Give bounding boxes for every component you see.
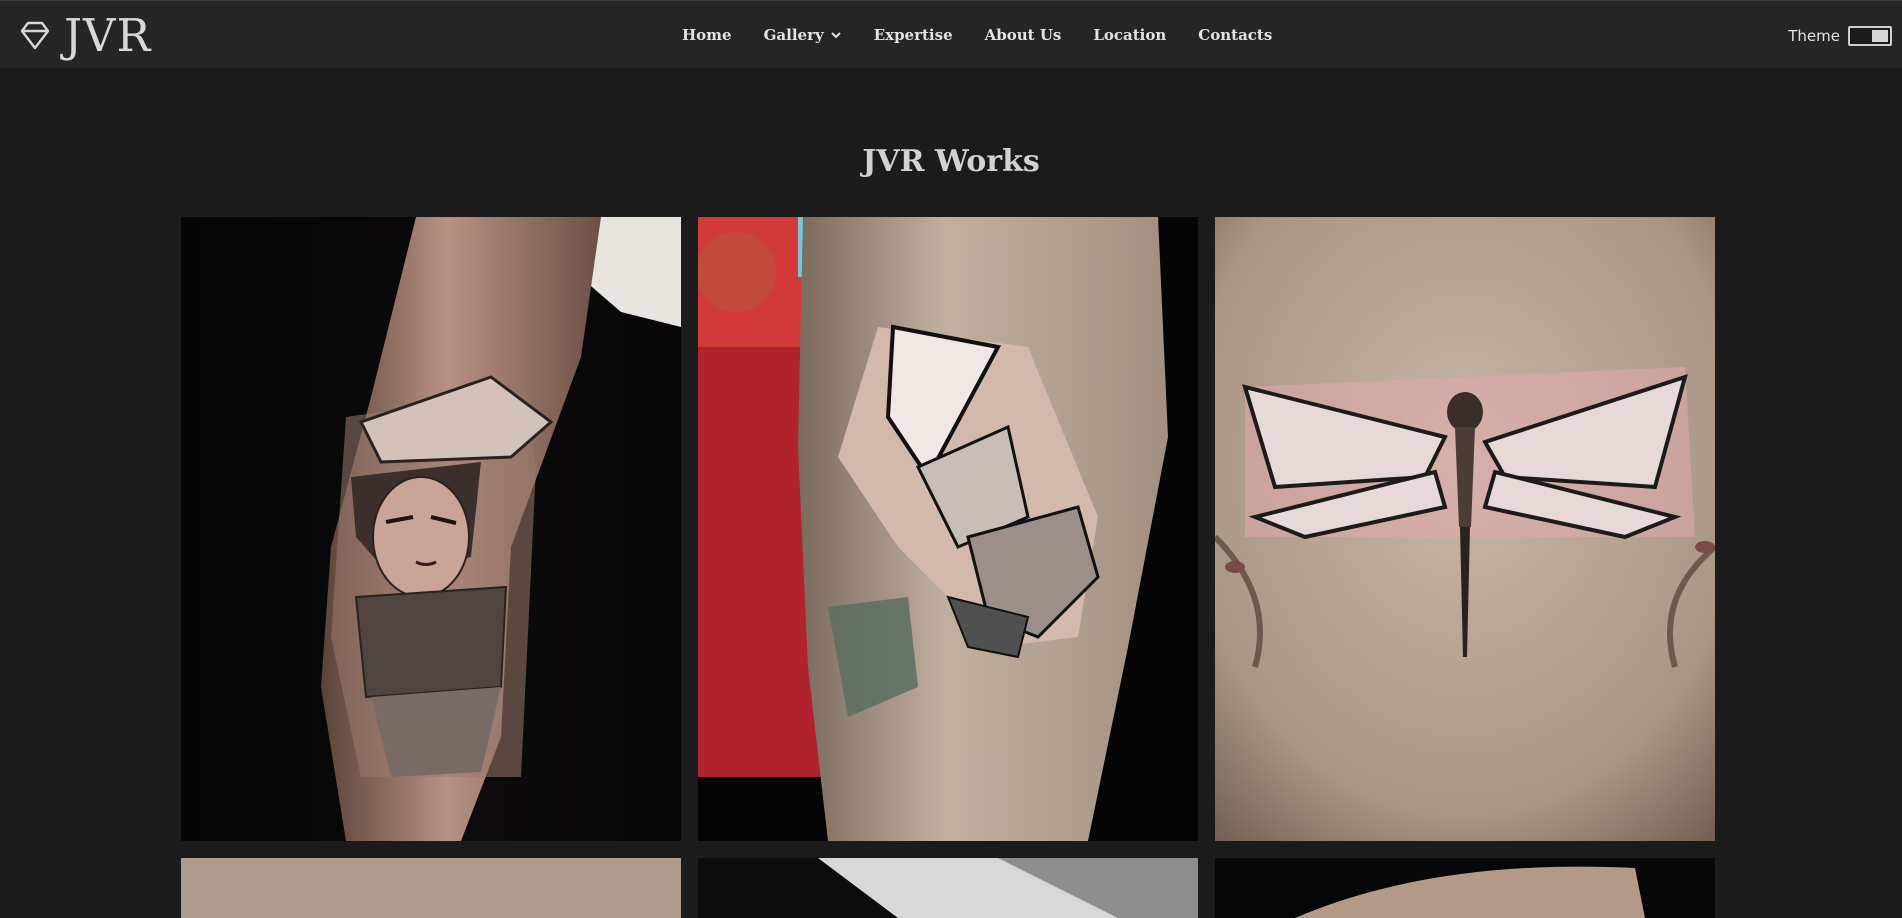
nav-gallery-dropdown[interactable]: Gallery [764,26,842,44]
gallery-photo-geisha-tattoo[interactable] [181,217,681,841]
nav-about-us-label: About Us [984,26,1062,44]
main-nav: Home Gallery Expertise About Us Location… [682,1,1304,69]
brand-name: JVR [64,8,152,62]
theme-switcher: Theme [1788,23,1892,49]
nav-about-us-link[interactable]: About Us [985,26,1062,44]
nav-home-link[interactable]: Home [682,26,732,44]
top-navbar: JVR Home Gallery Expertise About Us Loca… [0,0,1902,68]
theme-toggle[interactable] [1848,26,1892,46]
brand-logo-link[interactable]: JVR [18,9,151,61]
diamond-icon [20,21,50,50]
chevron-down-icon [830,32,841,39]
nav-gallery-label: Gallery [763,26,824,44]
nav-expertise-link[interactable]: Expertise [874,26,953,44]
nav-location-link[interactable]: Location [1093,26,1166,44]
nav-contacts-link[interactable]: Contacts [1198,26,1272,44]
nav-contacts-label: Contacts [1198,26,1273,44]
page-title: JVR Works [862,144,1040,179]
gallery-photo-6[interactable] [1215,858,1715,918]
nav-expertise-label: Expertise [873,26,953,44]
nav-home-label: Home [682,26,732,44]
gallery-photo-5[interactable] [698,858,1198,918]
gallery-photo-dragonfly-tattoo[interactable] [1215,217,1715,841]
gallery-photo-koi-tattoo[interactable] [698,217,1198,841]
gallery-grid [181,217,1715,918]
gallery-photo-4[interactable] [181,858,681,918]
theme-label: Theme [1788,27,1840,45]
theme-toggle-knob [1872,30,1888,42]
nav-location-label: Location [1093,26,1167,44]
